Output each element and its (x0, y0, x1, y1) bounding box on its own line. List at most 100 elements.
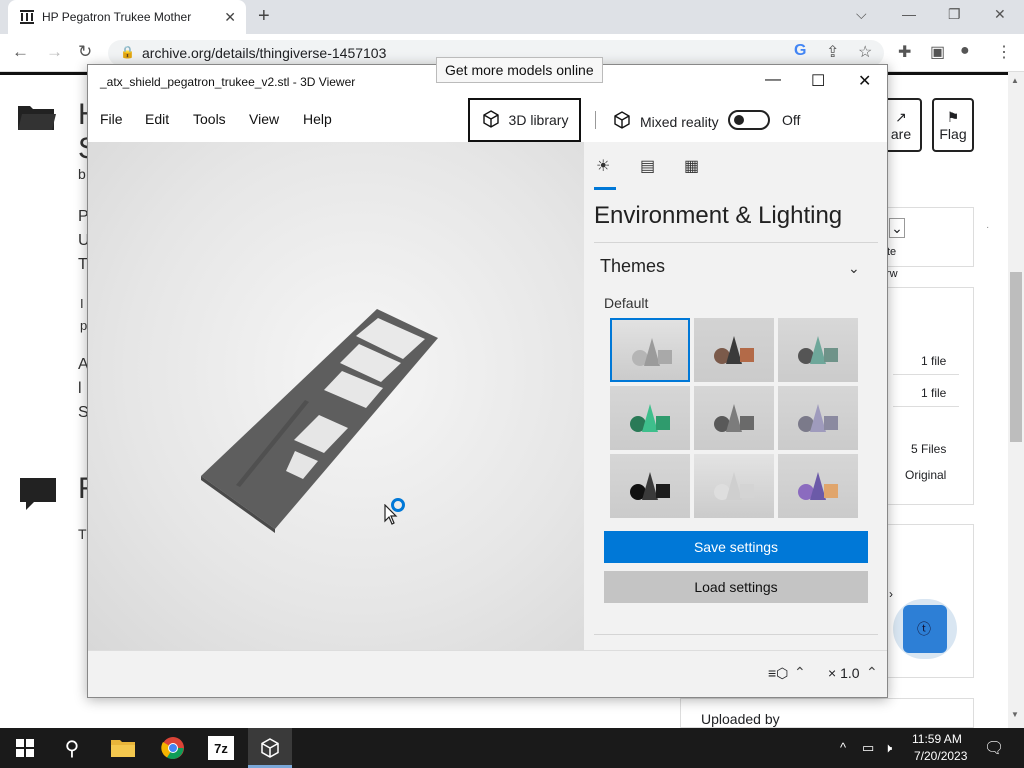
uploaded-by-label: Uploaded by (701, 711, 780, 727)
scrollbar-thumb[interactable] (1010, 272, 1022, 442)
tooltip-text: Get more models online (445, 62, 594, 78)
new-tab-button[interactable]: + (258, 5, 270, 28)
theme-thumbnail-warm[interactable] (694, 318, 774, 382)
themes-section-label[interactable]: Themes (600, 256, 665, 277)
menu-tools[interactable]: Tools (193, 111, 226, 127)
theme-thumbnail-teal[interactable] (778, 318, 858, 382)
download-list-panel: 1 file 1 file 5 Files Original (886, 287, 974, 505)
mixed-reality-toggle[interactable] (728, 110, 770, 130)
grid-tab-icon[interactable]: ▦ (684, 156, 699, 176)
theme-thumbnail-pale[interactable] (694, 454, 774, 518)
save-settings-label: Save settings (693, 539, 779, 555)
theme-preview-icon (632, 338, 672, 366)
side-panel-icon[interactable]: ▣ (930, 42, 945, 62)
theme-thumbnail-gray[interactable] (694, 386, 774, 450)
menubar-separator (595, 111, 596, 129)
stats-expand-chevron-icon[interactable]: ⌃ (794, 664, 806, 681)
theme-grid (610, 318, 864, 522)
lock-icon[interactable]: 🔒 (120, 45, 135, 59)
profile-avatar-icon[interactable]: ● (960, 42, 970, 60)
3d-library-tooltip: Get more models online (436, 57, 603, 83)
reload-icon[interactable]: ↻ (78, 42, 92, 62)
share-icon[interactable]: ⇪ (826, 42, 839, 62)
theme-thumbnail-lavender[interactable] (778, 386, 858, 450)
viewer-minimize-icon[interactable]: — (765, 71, 781, 89)
viewer-close-icon[interactable]: ✕ (858, 71, 871, 91)
zoom-level[interactable]: × 1.0 (828, 665, 860, 681)
zoom-expand-chevron-icon[interactable]: ⌃ (866, 664, 878, 681)
files-total[interactable]: 5 Files (911, 442, 946, 456)
scroll-up-icon[interactable]: ▲ (1011, 76, 1019, 85)
3d-viewport[interactable] (88, 142, 584, 650)
file-explorer-icon[interactable] (110, 736, 136, 760)
url-text: archive.org/details/thingiverse-1457103 (142, 45, 387, 61)
volume-muted-icon[interactable]: 🕨 (884, 740, 892, 756)
3d-library-button[interactable]: 3D library (468, 98, 581, 142)
menu-help[interactable]: Help (303, 111, 332, 127)
bookmark-star-icon[interactable]: ☆ (858, 42, 872, 62)
chrome-icon[interactable] (160, 736, 186, 760)
clock-date[interactable]: 7/20/2023 (914, 749, 967, 763)
3d-viewer-taskbar-icon[interactable] (258, 736, 282, 760)
theme-preview-icon (714, 336, 754, 364)
load-settings-button[interactable]: Load settings (604, 571, 868, 603)
uploader-panel: Uploaded by (680, 698, 974, 728)
lighting-tab-icon[interactable]: ☀ (596, 156, 610, 176)
chevron-down-icon[interactable]: ⌄ (848, 260, 860, 277)
theme-preview-icon (798, 472, 838, 500)
stats-cube-icon[interactable]: ≡⬡ (768, 665, 788, 682)
notifications-icon[interactable]: 🗨 (984, 738, 1004, 758)
divider (893, 406, 959, 407)
load-settings-label: Load settings (694, 579, 778, 595)
theme-thumbnail-sunset[interactable] (778, 454, 858, 518)
tab-close-icon[interactable]: ✕ (224, 9, 236, 26)
carousel-next-icon[interactable]: › (889, 587, 893, 601)
save-settings-button[interactable]: Save settings (604, 531, 868, 563)
network-icon[interactable]: ▭ (862, 740, 874, 756)
theme-thumbnail-default[interactable] (610, 318, 690, 382)
comment-icon (20, 478, 56, 517)
stats-tab-icon[interactable]: ▤ (640, 156, 655, 176)
7zip-icon[interactable]: 7z (208, 736, 234, 760)
scroll-down-icon[interactable]: ▼ (1011, 710, 1019, 719)
file-count-2[interactable]: 1 file (921, 386, 946, 400)
share-label: are (890, 125, 912, 142)
menu-file[interactable]: File (100, 111, 123, 127)
forward-icon[interactable]: → (46, 42, 63, 62)
original-label[interactable]: Original (905, 468, 946, 482)
browser-close-icon[interactable]: ✕ (994, 6, 1006, 23)
page-scrollbar[interactable]: ▲ ▼ (1008, 72, 1024, 728)
tab-search-chevron-icon[interactable]: ⌵ (856, 6, 867, 23)
divider (594, 634, 878, 635)
browser-restore-icon[interactable]: ❐ (948, 6, 961, 23)
clock-time[interactable]: 11:59 AM (912, 732, 962, 746)
mixed-reality-label: Mixed reality (640, 113, 719, 130)
start-windows-icon[interactable] (14, 736, 36, 760)
google-icon[interactable]: G (794, 42, 806, 60)
loading-spinner-icon (391, 498, 405, 512)
toggle-state-label: Off (782, 112, 801, 128)
file-count-1[interactable]: 1 file (921, 354, 946, 368)
search-icon[interactable]: ⚲ (60, 736, 84, 760)
theme-preview-icon (798, 336, 838, 364)
menu-view[interactable]: View (249, 111, 279, 127)
mixed-reality-button[interactable]: Mixed reality (612, 111, 719, 132)
io-shield-model[interactable] (88, 142, 584, 650)
dropdown-chevron-icon[interactable]: ⌄ (889, 218, 905, 238)
theme-thumbnail-dark[interactable] (610, 454, 690, 518)
viewer-maximize-icon[interactable]: ☐ (811, 71, 825, 91)
menu-kebab-icon[interactable]: ⋮ (996, 42, 1012, 62)
theme-thumbnail-green[interactable] (610, 386, 690, 450)
para-letter: I (80, 296, 84, 311)
show-hidden-icons-icon[interactable]: ^ (840, 740, 846, 755)
browser-tab[interactable]: HP Pegatron Trukee Motherboar ✕ (8, 0, 246, 34)
menu-edit[interactable]: Edit (145, 111, 169, 127)
share-arrow-icon: ↗ (895, 108, 907, 125)
tab-title: HP Pegatron Trukee Motherboar (42, 10, 192, 24)
theme-preview-icon (630, 404, 670, 432)
divider (893, 374, 959, 375)
browser-minimize-icon[interactable]: — (902, 6, 916, 22)
back-icon[interactable]: ← (12, 42, 29, 62)
extensions-icon[interactable]: ✚ (898, 42, 911, 62)
flag-button[interactable]: ⚑ Flag (932, 98, 974, 152)
